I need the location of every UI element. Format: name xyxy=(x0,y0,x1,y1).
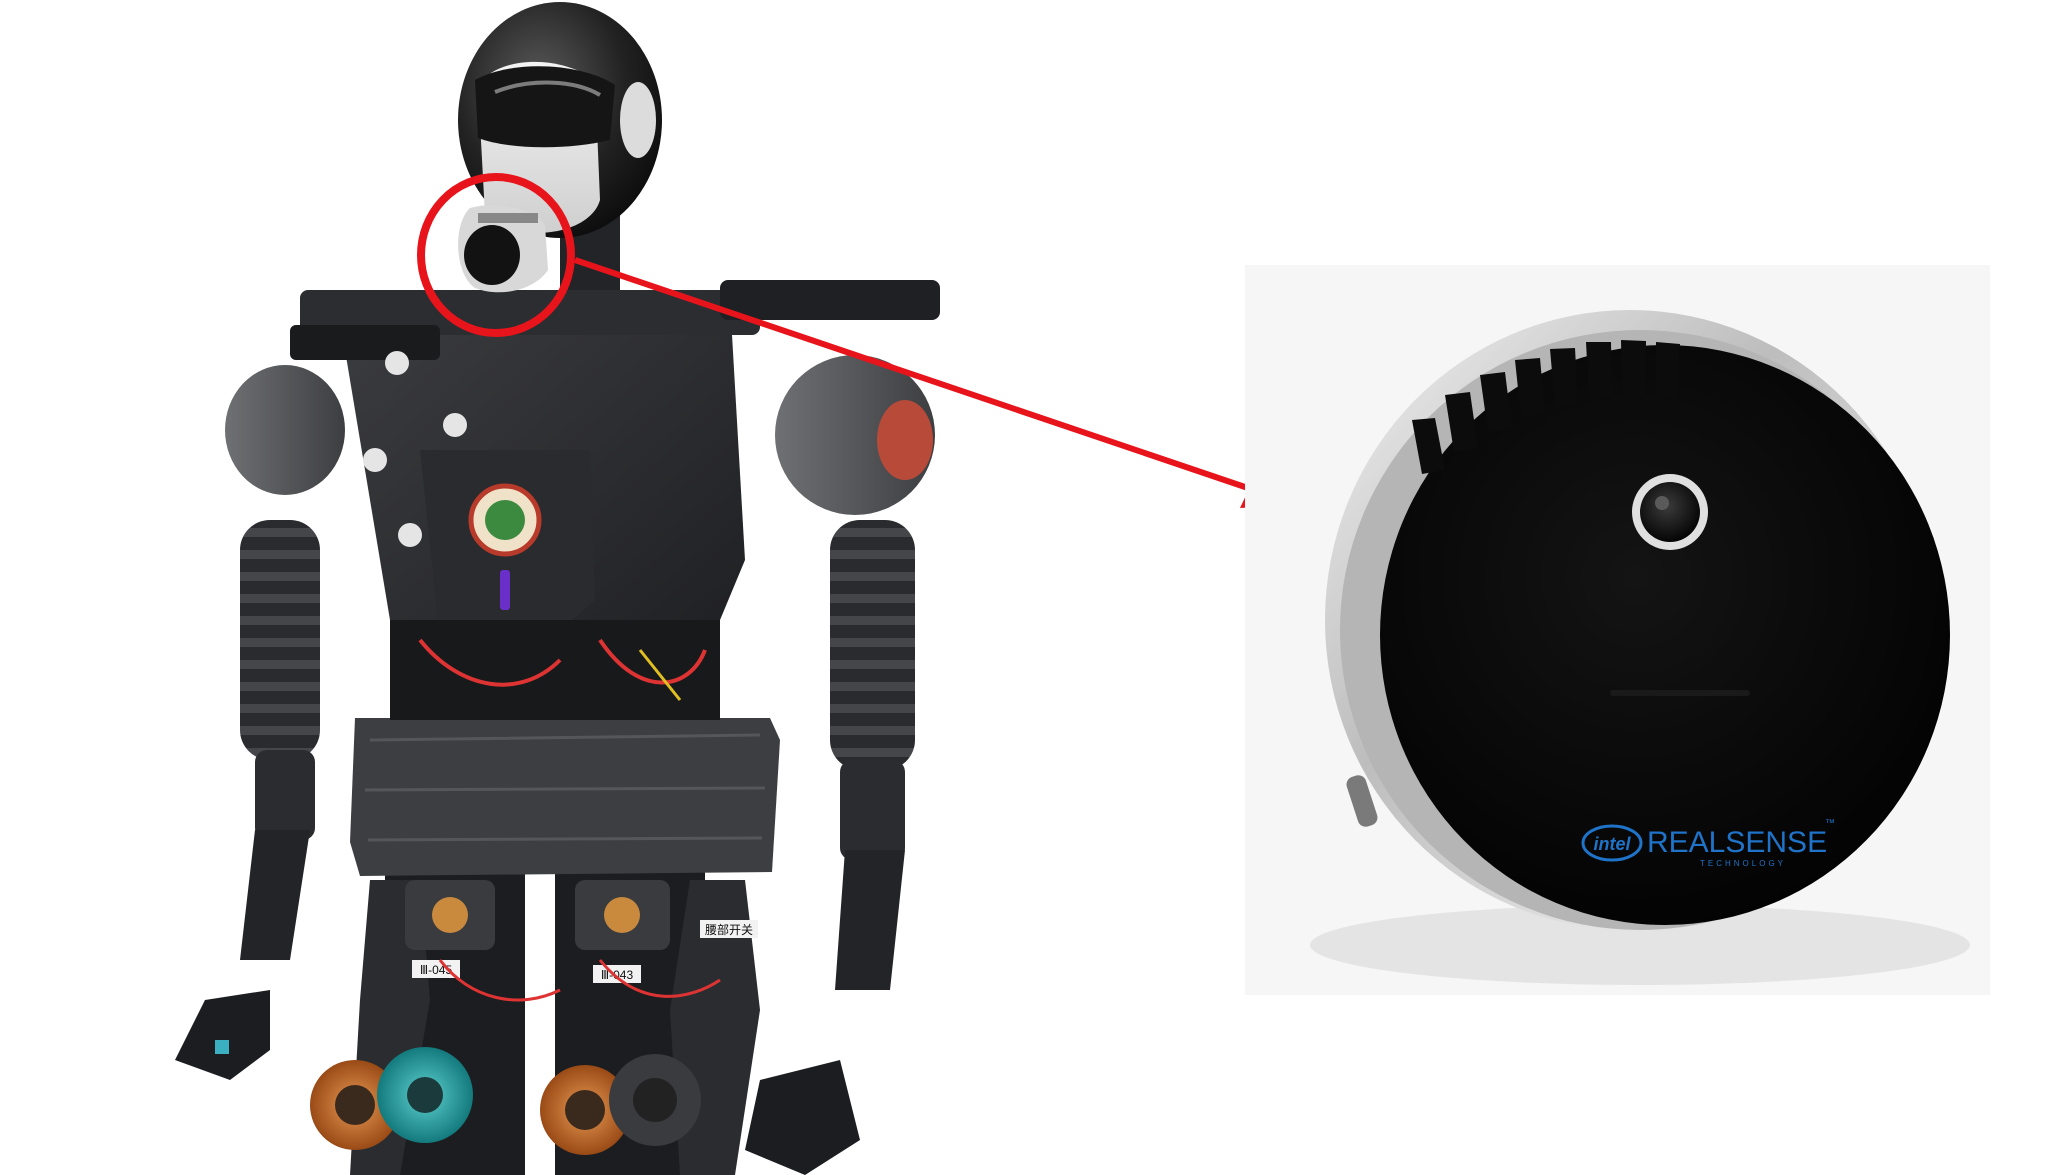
robot-status-light xyxy=(500,570,510,610)
realsense-camera-photo: intel REALSENSE ™ TECHNOLOGY xyxy=(1245,265,1990,995)
humanoid-robot-photo: Ⅲ-045 Ⅲ-043 腰部开关 xyxy=(175,2,940,1175)
robot-visor xyxy=(475,66,615,148)
camera-lens xyxy=(1640,482,1700,542)
waist-switch-label-text: 腰部开关 xyxy=(705,922,753,937)
robot-waist-wrap xyxy=(350,718,780,876)
robot-hand-left xyxy=(175,990,270,1080)
leg-label-right-text: Ⅲ-043 xyxy=(601,968,634,982)
realsense-brand-text: REALSENSE xyxy=(1647,826,1827,859)
mounted-camera-face xyxy=(464,225,520,285)
realsense-subtitle: TECHNOLOGY xyxy=(1700,859,1786,868)
robot-shoulder-rail xyxy=(720,280,940,320)
mocap-marker xyxy=(398,523,422,547)
robot-arm-left xyxy=(175,365,345,1080)
realsense-trademark: ™ xyxy=(1825,818,1835,829)
robot-hand-right xyxy=(745,1060,860,1175)
figure-canvas: Ⅲ-045 Ⅲ-043 腰部开关 intel REALSENSE ™ TECHN… xyxy=(0,0,2061,1175)
intel-logo-text: intel xyxy=(1593,834,1631,854)
figure-svg: Ⅲ-045 Ⅲ-043 腰部开关 intel REALSENSE ™ TECHN… xyxy=(175,2,1990,1175)
mocap-marker xyxy=(363,448,387,472)
robot-legs: Ⅲ-045 Ⅲ-043 腰部开关 xyxy=(310,870,760,1175)
robot-ear xyxy=(620,82,656,158)
mocap-marker xyxy=(385,351,409,375)
mocap-marker xyxy=(443,413,467,437)
